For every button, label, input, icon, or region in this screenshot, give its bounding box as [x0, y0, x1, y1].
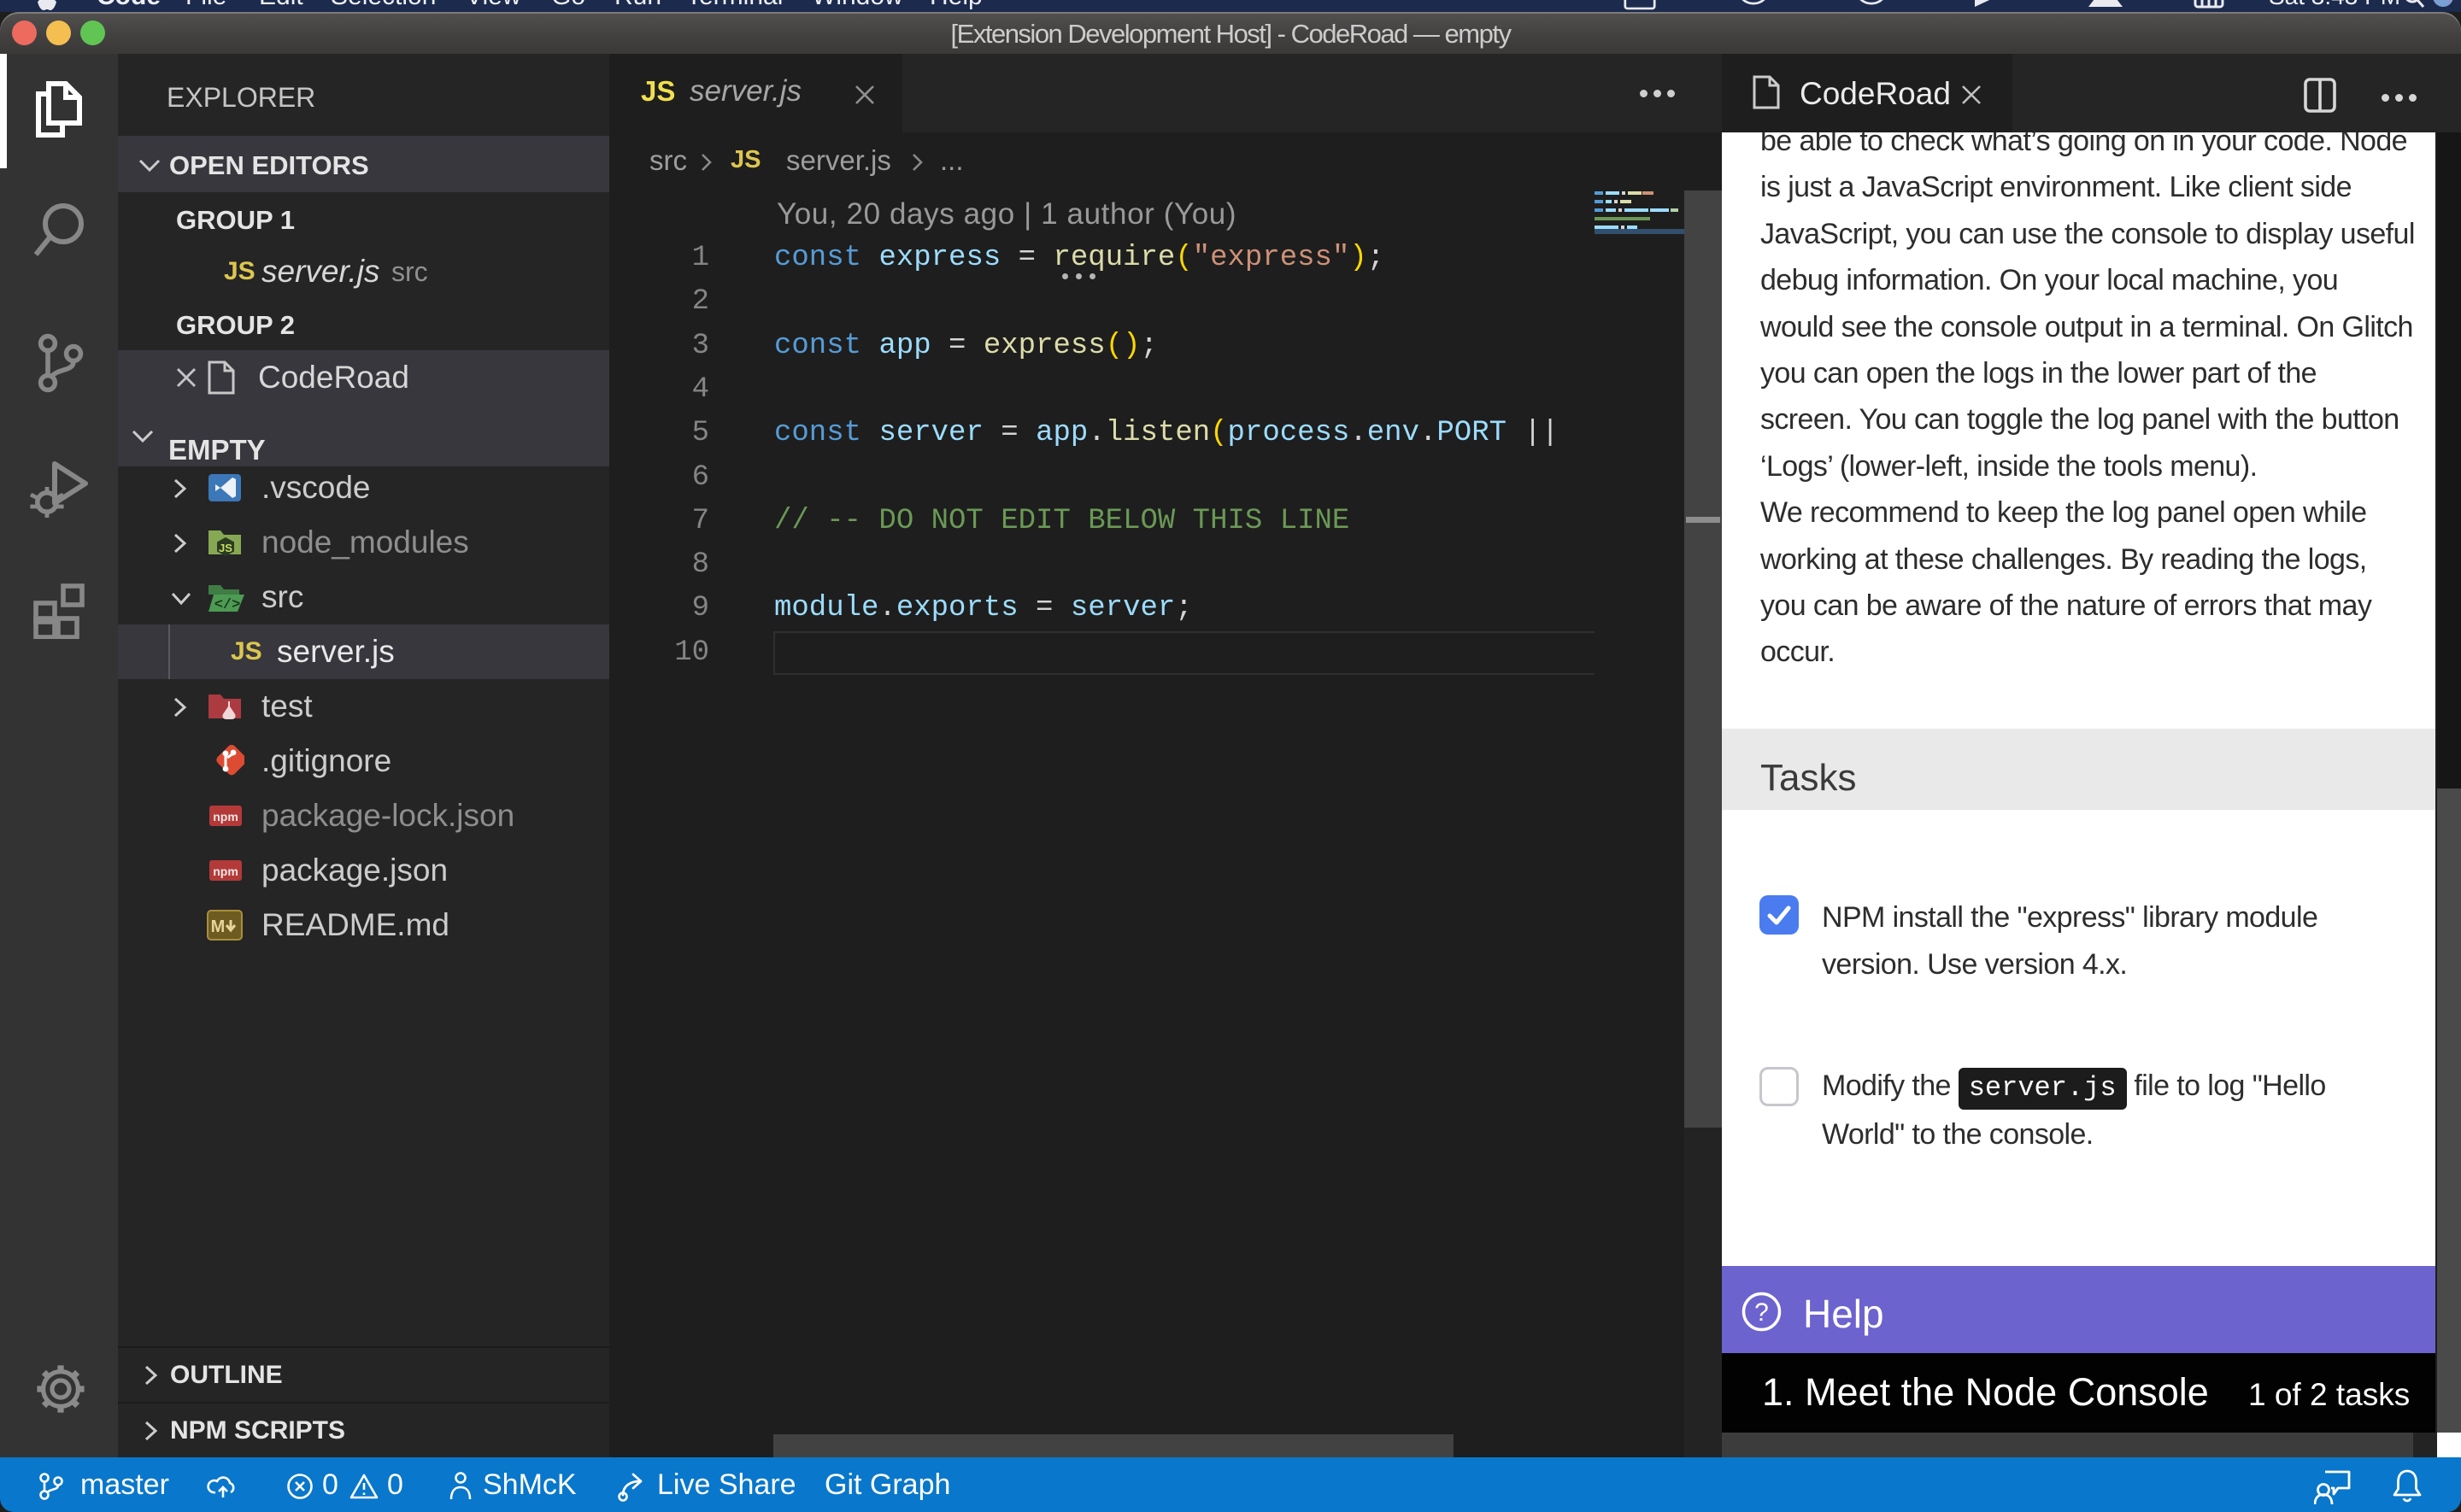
svg-text:</>: </> [214, 597, 241, 613]
svg-text:npm: npm [213, 864, 238, 878]
svg-text:?: ? [1754, 1298, 1769, 1327]
svg-text:JS: JS [219, 542, 232, 554]
svg-text:npm: npm [213, 810, 238, 823]
svg-text:M: M [211, 917, 226, 936]
